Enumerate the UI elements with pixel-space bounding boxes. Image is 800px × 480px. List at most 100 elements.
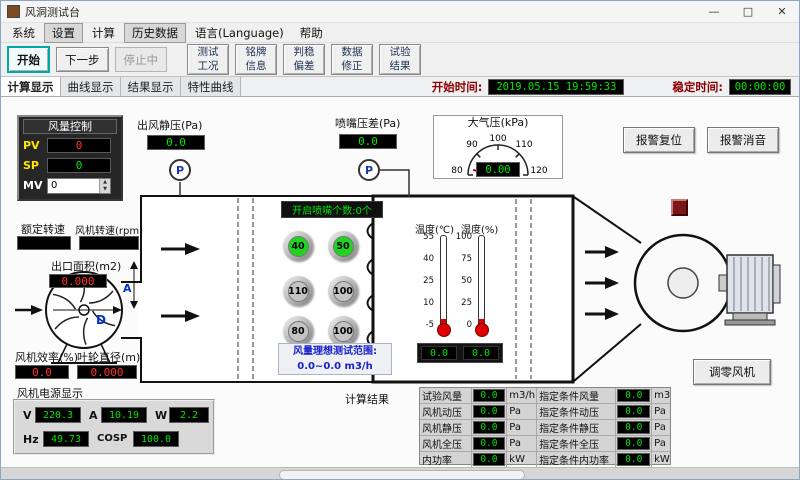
test-result-button[interactable]: 试验 结果 — [379, 44, 421, 75]
window-controls: — □ ✕ — [697, 1, 799, 22]
menu-system[interactable]: 系统 — [5, 24, 42, 42]
temp-tick: -5 — [426, 320, 434, 330]
menu-settings[interactable]: 设置 — [44, 23, 83, 43]
exhaust-fan-drawing — [635, 235, 780, 331]
stopping-button[interactable]: 停止中 — [115, 47, 168, 72]
spinner-down-icon[interactable]: ▼ — [100, 186, 110, 193]
flow-range-value: 0.0~0.0 m3/h — [279, 359, 391, 374]
calc-value: 0.0 — [473, 453, 506, 466]
horizontal-scrollbar[interactable] — [1, 467, 799, 480]
result-line1: 试验 — [390, 46, 411, 59]
calc-value: 0.0 — [473, 421, 506, 434]
status-bar: 开始时间: 2019.05.15 19:59:33 稳定时间: 00:00:00 — [432, 77, 799, 96]
nozzle-110[interactable]: 110 — [283, 276, 313, 306]
calc-value: 0.0 — [617, 389, 650, 402]
calc-value: 0.0 — [617, 421, 650, 434]
zero-fan-button[interactable]: 调零风机 — [693, 359, 771, 385]
pv-label: PV — [23, 139, 43, 152]
next-step-button[interactable]: 下一步 — [56, 47, 109, 72]
calc-value: 0.0 — [473, 405, 506, 418]
alarm-mute-button[interactable]: 报警消音 — [707, 127, 779, 153]
voltage-value: 220.3 — [35, 407, 81, 423]
sp-value: 0 — [47, 158, 111, 173]
nozzle-50[interactable]: 50 — [328, 231, 358, 261]
atm-tick-90: 90 — [466, 140, 478, 150]
menubar: 系统 设置 计算 历史数据 语言(Language) 帮助 — [1, 23, 799, 43]
calc-value: 0.0 — [617, 453, 650, 466]
flow-control-title: 风量控制 — [23, 119, 117, 134]
mv-input[interactable]: 0 ▲ ▼ — [47, 178, 111, 194]
thermometer-bulb — [437, 323, 451, 337]
scrollbar-thumb[interactable] — [279, 470, 525, 480]
flow-arrows-left — [161, 243, 200, 322]
flow-range-label: 风量理想测试范围: — [279, 344, 391, 359]
menu-calculate[interactable]: 计算 — [85, 24, 122, 42]
calc-unit: kW — [507, 452, 537, 467]
start-button[interactable]: 开始 — [7, 46, 50, 73]
atm-tick-100: 100 — [489, 134, 506, 144]
stability-deviation-button[interactable]: 判稳 偏差 — [283, 44, 325, 75]
diameter-label: D — [96, 313, 106, 327]
calc-row: 风机动压 0.0 Pa 指定条件动压 0.0 Pa — [420, 404, 670, 420]
stable-time-label: 稳定时间: — [672, 79, 723, 95]
power-display-panel: V 220.3 A 10.19 W 2.2 Hz 49.73 COSP 100.… — [13, 399, 215, 455]
close-button[interactable]: ✕ — [765, 1, 799, 22]
nozzle-100a-value: 100 — [333, 281, 354, 302]
spinner-up-icon[interactable]: ▲ — [100, 179, 110, 186]
mv-spinner[interactable]: ▲ ▼ — [99, 179, 110, 193]
toolbar: 开始 下一步 停止中 测试 工况 铭牌 信息 判稳 偏差 数据 修正 试验 结果 — [1, 43, 799, 77]
watt-value: 2.2 — [169, 407, 209, 423]
nozzle-pressure-sensor-icon: P — [358, 159, 380, 181]
test-condition-button[interactable]: 测试 工况 — [187, 44, 229, 75]
tab-calc-display[interactable]: 计算显示 — [1, 77, 61, 96]
app-icon — [7, 5, 20, 18]
calc-label: 指定条件全压 — [537, 436, 616, 451]
menu-help[interactable]: 帮助 — [293, 24, 330, 42]
nozzle-50-value: 50 — [333, 236, 354, 257]
calc-label: 风机全压 — [420, 436, 472, 451]
result-line2: 结果 — [390, 60, 411, 73]
nozzle-100b-value: 100 — [333, 321, 354, 342]
nozzle-dp-label: 喷嘴压差(Pa) — [335, 115, 400, 131]
nozzle-100b[interactable]: 100 — [328, 316, 358, 346]
tab-result-display[interactable]: 结果显示 — [121, 77, 181, 96]
calc-row: 内功率 0.0 kW 指定条件内功率 0.0 kW — [420, 452, 670, 467]
main-panel: D A — [1, 97, 799, 467]
impeller-diameter-label: 叶轮直径(m) — [77, 349, 140, 365]
calc-label: 指定条件风量 — [537, 388, 616, 403]
maximize-button[interactable]: □ — [731, 1, 765, 22]
tab-characteristic-curve[interactable]: 特性曲线 — [181, 77, 241, 96]
flow-control-panel: 风量控制 PV 0 SP 0 MV 0 ▲ ▼ — [17, 115, 123, 201]
nozzle-80[interactable]: 80 — [283, 316, 313, 346]
calc-label: 指定条件内功率 — [537, 452, 616, 467]
temp-tick: 55 — [423, 232, 434, 242]
nozzle-dp-value: 0.0 — [339, 134, 397, 149]
fan-efficiency-label: 风机效率(%) — [15, 349, 78, 365]
stable-time-value: 00:00:00 — [729, 79, 791, 95]
sp-label: SP — [23, 159, 43, 172]
calc-row: 试验风量 0.0 m3/h 指定条件风量 0.0 m3/h — [420, 388, 670, 404]
hum-tick: 0 — [467, 320, 472, 330]
menu-language[interactable]: 语言(Language) — [188, 24, 291, 42]
calc-unit: Pa — [652, 420, 670, 435]
current-label: A — [89, 409, 98, 422]
mv-label: MV — [23, 179, 43, 192]
start-time-value: 2019.05.15 19:59:33 — [488, 79, 624, 95]
titlebar: 风洞测试台 — □ ✕ — [1, 1, 799, 23]
menu-history-data[interactable]: 历史数据 — [124, 23, 186, 43]
nameplate-info-button[interactable]: 铭牌 信息 — [235, 44, 277, 75]
minimize-button[interactable]: — — [697, 1, 731, 22]
nozzle-count-display: 开启喷嘴个数:0个 — [281, 201, 383, 218]
nozzle-100a[interactable]: 100 — [328, 276, 358, 306]
data-correction-button[interactable]: 数据 修正 — [331, 44, 373, 75]
humidity-thermometer: 100 75 50 25 0 — [453, 235, 487, 339]
temp-tick: 40 — [423, 254, 434, 264]
correction-line1: 数据 — [342, 46, 363, 59]
nozzle-40[interactable]: 40 — [283, 231, 313, 261]
calc-results-title: 计算结果 — [345, 391, 389, 407]
impeller-diameter-value: 0.000 — [77, 365, 137, 379]
alarm-reset-button[interactable]: 报警复位 — [623, 127, 695, 153]
tab-curve-display[interactable]: 曲线显示 — [61, 77, 121, 96]
calc-value: 0.0 — [617, 405, 650, 418]
calc-unit: m3/h — [507, 388, 537, 403]
